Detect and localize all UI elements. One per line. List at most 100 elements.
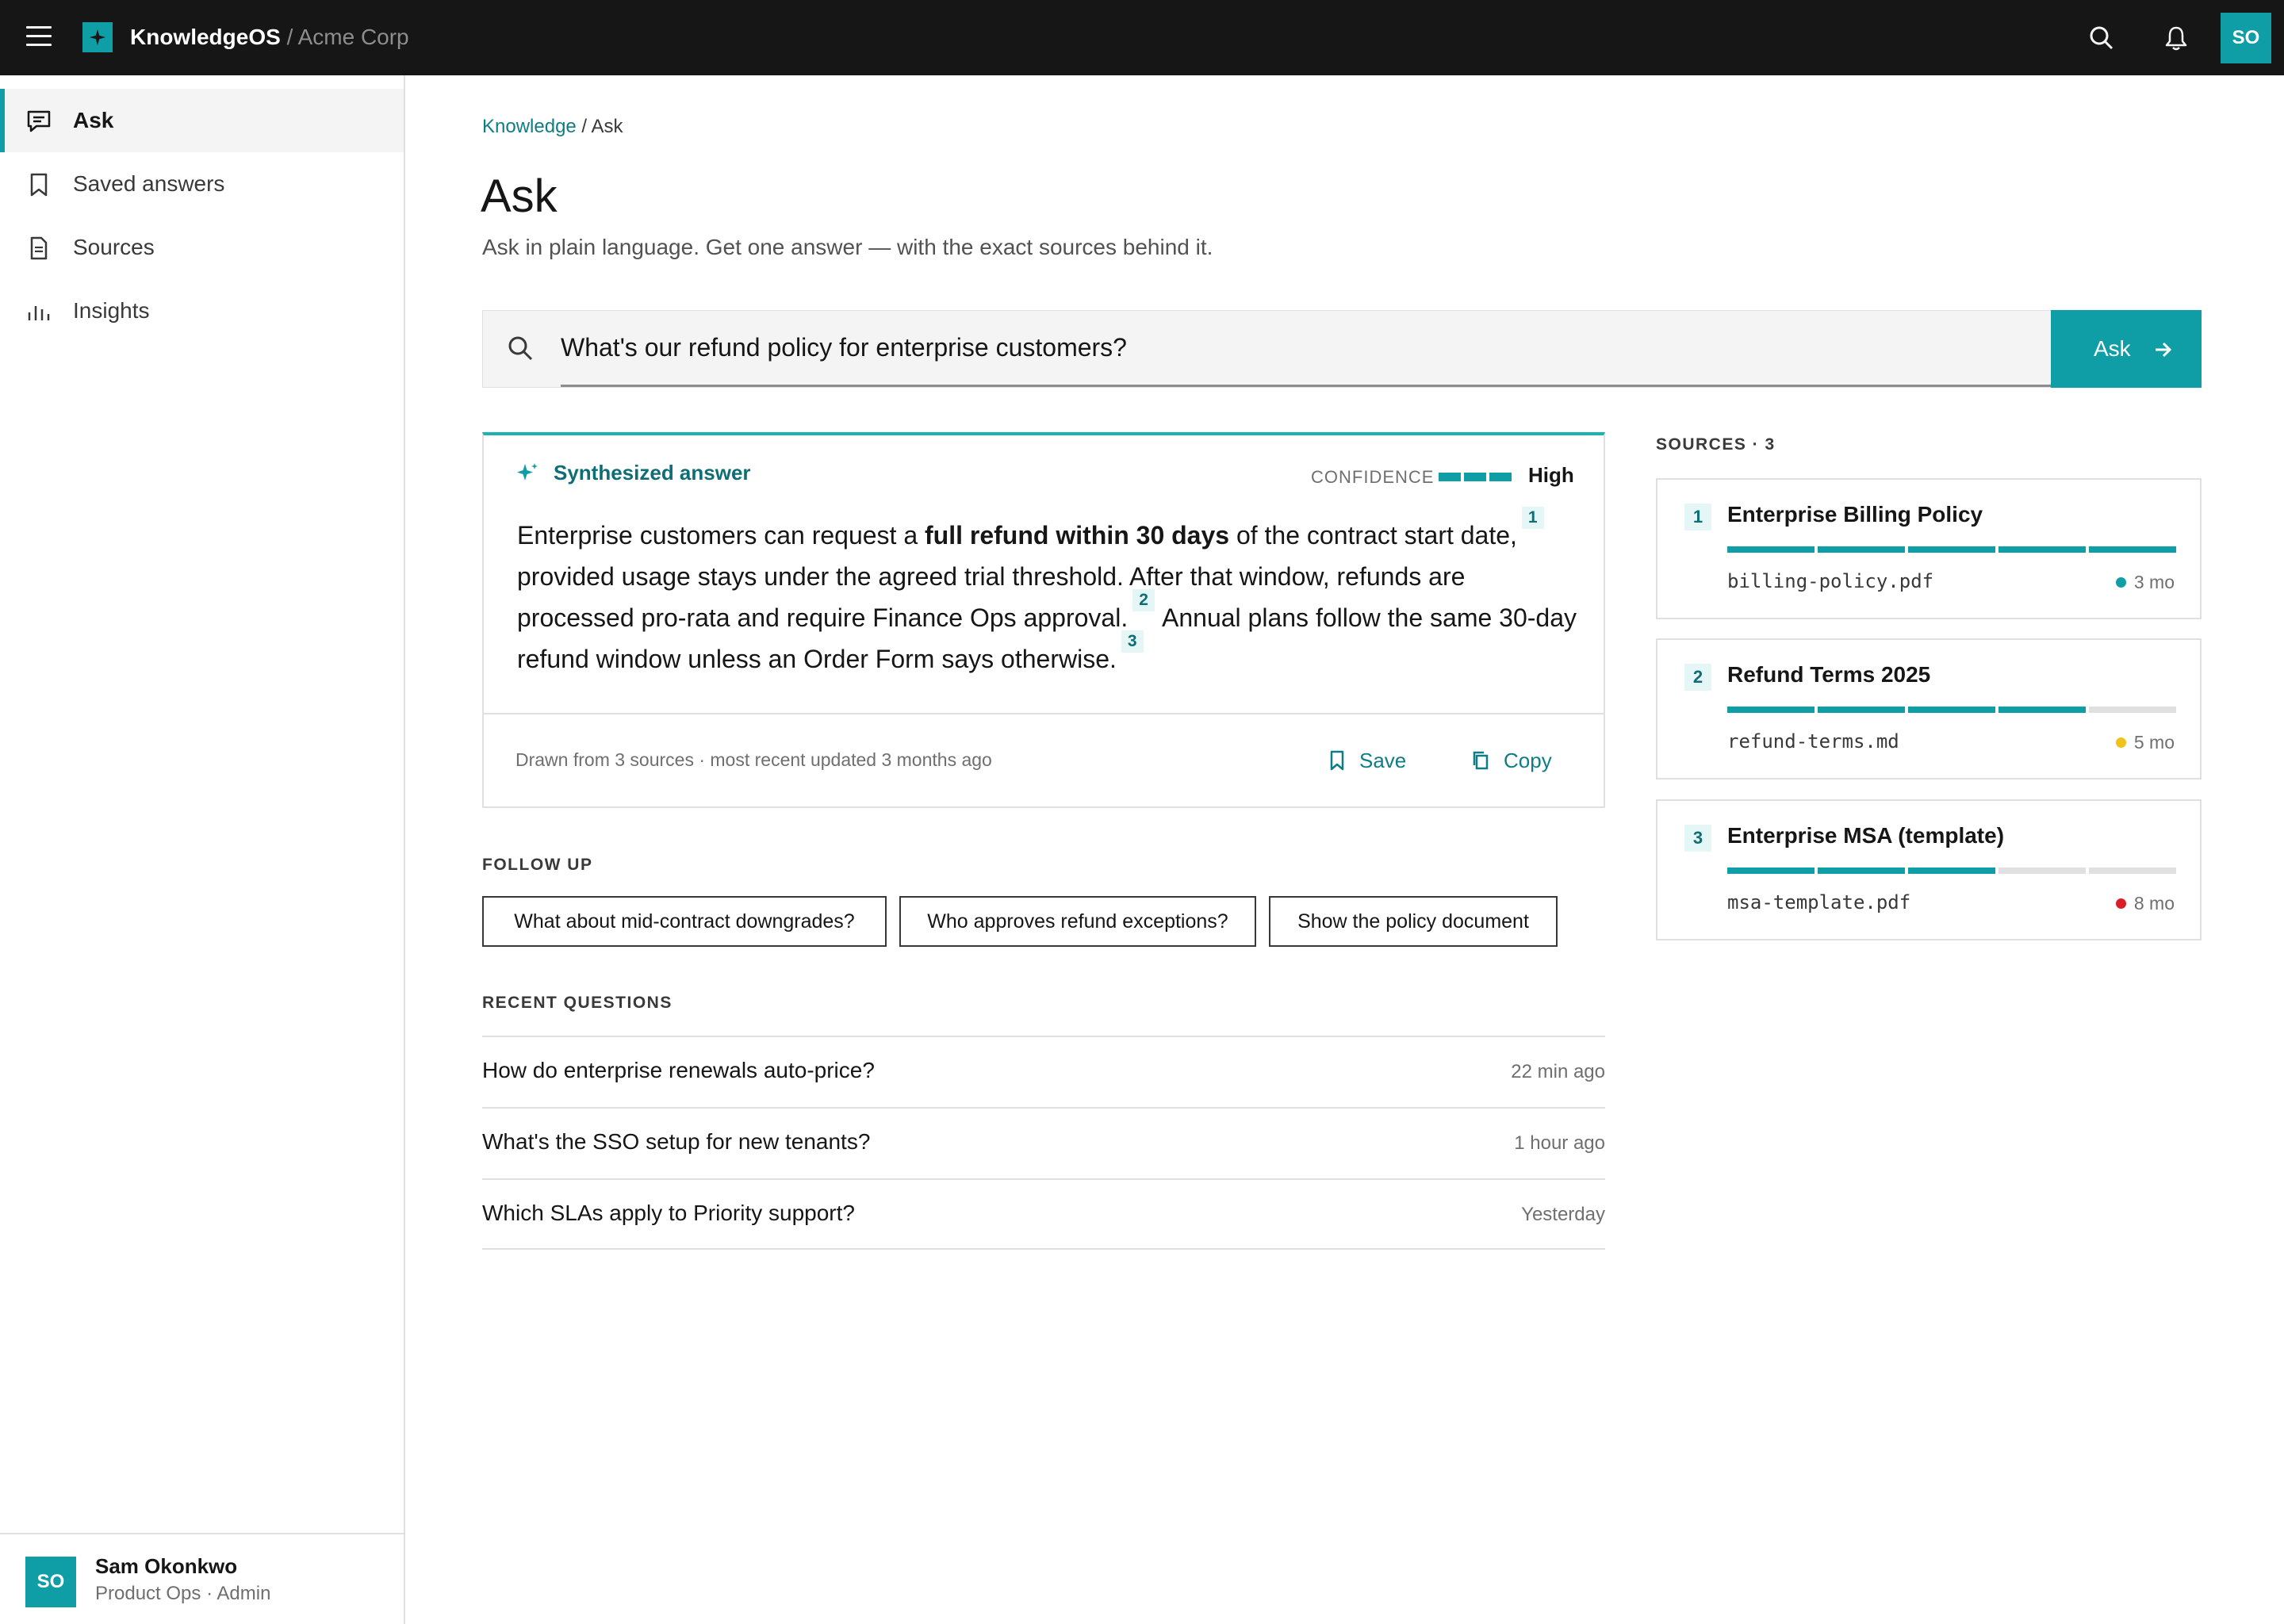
recent-questions-label: RECENT QUESTIONS [482, 994, 673, 1012]
document-icon [25, 235, 52, 262]
relevance-segment [1908, 868, 1995, 874]
list-item[interactable]: Which SLAs apply to Priority support? Ye… [482, 1178, 1605, 1250]
bookmark-icon [25, 171, 52, 198]
relevance-segment [1818, 707, 1905, 713]
breadcrumb-knowledge-link[interactable]: Knowledge [482, 116, 577, 137]
follow-up-chip[interactable]: Show the policy document [1269, 896, 1558, 947]
copy-button[interactable]: Copy [1472, 743, 1552, 778]
relevance-meter [1727, 707, 2176, 713]
relevance-segment [2089, 546, 2176, 553]
sidebar-item-saved-answers[interactable]: Saved answers [0, 152, 404, 216]
sidebar-item-ask[interactable]: Ask [0, 89, 404, 152]
answer-text-part: Enterprise customers can request a [517, 521, 925, 550]
relevance-segment [1727, 707, 1815, 713]
chat-icon [25, 108, 52, 135]
confidence-bar [1489, 473, 1512, 481]
recent-question: Which SLAs apply to Priority support? [482, 1201, 855, 1225]
relevance-segment [1818, 868, 1905, 874]
copy-icon [1473, 751, 1489, 770]
breadcrumb-separator: / [576, 116, 592, 137]
status-dot [2115, 737, 2126, 748]
relevance-segment [1818, 546, 1905, 553]
breadcrumb-current: Ask [591, 116, 623, 137]
question-input[interactable] [561, 311, 2052, 387]
list-item[interactable]: How do enterprise renewals auto-price? 2… [482, 1036, 1605, 1107]
menu-icon[interactable] [26, 26, 52, 48]
answer-heading-label: Synthesized answer [554, 461, 751, 485]
source-number: 1 [1684, 504, 1711, 530]
recent-questions-list: How do enterprise renewals auto-price? 2… [482, 1036, 1605, 1250]
source-card[interactable]: 2 Refund Terms 2025 refund-terms.md 5 mo [1656, 638, 2202, 779]
answer-highlight: full refund within 30 days [925, 521, 1230, 550]
search-icon[interactable] [2086, 22, 2117, 54]
user-name: Sam Okonkwo [95, 1554, 238, 1578]
ask-button-label: Ask [2094, 336, 2131, 361]
relevance-meter [1727, 546, 2176, 553]
citation-2[interactable]: 2 [1132, 589, 1155, 611]
page-subtitle: Ask in plain language. Get one answer — … [482, 235, 1213, 259]
source-age-label: 3 mo [2133, 572, 2175, 592]
follow-up-chip[interactable]: Who approves refund exceptions? [899, 896, 1256, 947]
avatar: SO [25, 1557, 76, 1607]
top-bar: KnowledgeOS / Acme Corp SO [0, 0, 2284, 75]
source-age: 3 mo [2115, 572, 2175, 593]
sidebar-item-label: Saved answers [73, 171, 225, 196]
relevance-segment [1998, 707, 2086, 713]
bell-icon[interactable] [2160, 22, 2192, 54]
relevance-segment [1727, 868, 1815, 874]
user-profile[interactable]: SO Sam Okonkwo Product Ops · Admin [0, 1533, 404, 1624]
citation-3[interactable]: 3 [1121, 630, 1144, 653]
citation-1[interactable]: 1 [1521, 507, 1544, 529]
org-name: / Acme Corp [286, 25, 409, 49]
confidence-bar [1464, 473, 1486, 481]
relevance-segment [1998, 546, 2086, 553]
sparkle-icon [515, 462, 539, 485]
answer-footer: Drawn from 3 sources · most recent updat… [484, 713, 1604, 808]
confidence-label: CONFIDENCE [1311, 467, 1435, 487]
sidebar-item-label: Sources [73, 235, 155, 259]
follow-up-chip[interactable]: What about mid-contract downgrades? [482, 896, 887, 947]
source-title: Refund Terms 2025 [1727, 662, 1931, 687]
sources-label: SOURCES · 3 [1656, 435, 1776, 454]
recent-time: 22 min ago [1511, 1061, 1605, 1082]
bar-chart-icon [25, 298, 52, 325]
source-card[interactable]: 3 Enterprise MSA (template) msa-template… [1656, 799, 2202, 940]
source-title: Enterprise Billing Policy [1727, 502, 1983, 527]
status-dot [2115, 577, 2126, 588]
source-card[interactable]: 1 Enterprise Billing Policy billing-poli… [1656, 478, 2202, 619]
relevance-segment [1908, 546, 1995, 553]
page-title: Ask [481, 170, 558, 222]
source-age: 5 mo [2115, 732, 2175, 753]
copy-label: Copy [1504, 748, 1552, 772]
answer-heading: Synthesized answer [515, 461, 751, 485]
recent-time: 1 hour ago [1514, 1132, 1605, 1154]
sidebar: Ask Saved answers Sources Insights SO Sa… [0, 75, 405, 1624]
user-avatar[interactable]: SO [2221, 13, 2271, 63]
sidebar-item-sources[interactable]: Sources [0, 216, 404, 279]
brand[interactable]: KnowledgeOS / Acme Corp [130, 22, 409, 52]
confidence-level: High [1528, 463, 1574, 487]
relevance-segment [2089, 707, 2176, 713]
source-age: 8 mo [2115, 893, 2175, 914]
confidence-meter [1439, 473, 1512, 481]
relevance-segment [1908, 707, 1995, 713]
ask-button[interactable]: Ask [2051, 310, 2202, 388]
list-item[interactable]: What's the SSO setup for new tenants? 1 … [482, 1107, 1605, 1178]
answer-provenance: Drawn from 3 sources · most recent updat… [515, 749, 992, 770]
relevance-segment [1727, 546, 1815, 553]
answer-text-part: of the contract start date, [1229, 521, 1517, 550]
arrow-right-icon [2154, 339, 2173, 364]
save-button[interactable]: Save [1329, 743, 1406, 778]
user-role: Product Ops · Admin [95, 1583, 271, 1604]
confidence-bar [1439, 473, 1461, 481]
save-label: Save [1359, 748, 1407, 772]
logo-icon [82, 22, 113, 52]
recent-question: What's the SSO setup for new tenants? [482, 1129, 871, 1154]
brand-name: KnowledgeOS [130, 25, 281, 49]
source-filename: msa-template.pdf [1727, 891, 1911, 914]
sidebar-item-insights[interactable]: Insights [0, 279, 404, 343]
sidebar-item-label: Ask [73, 108, 114, 132]
source-age-label: 8 mo [2133, 893, 2175, 914]
recent-question: How do enterprise renewals auto-price? [482, 1058, 875, 1082]
source-number: 2 [1684, 664, 1711, 691]
